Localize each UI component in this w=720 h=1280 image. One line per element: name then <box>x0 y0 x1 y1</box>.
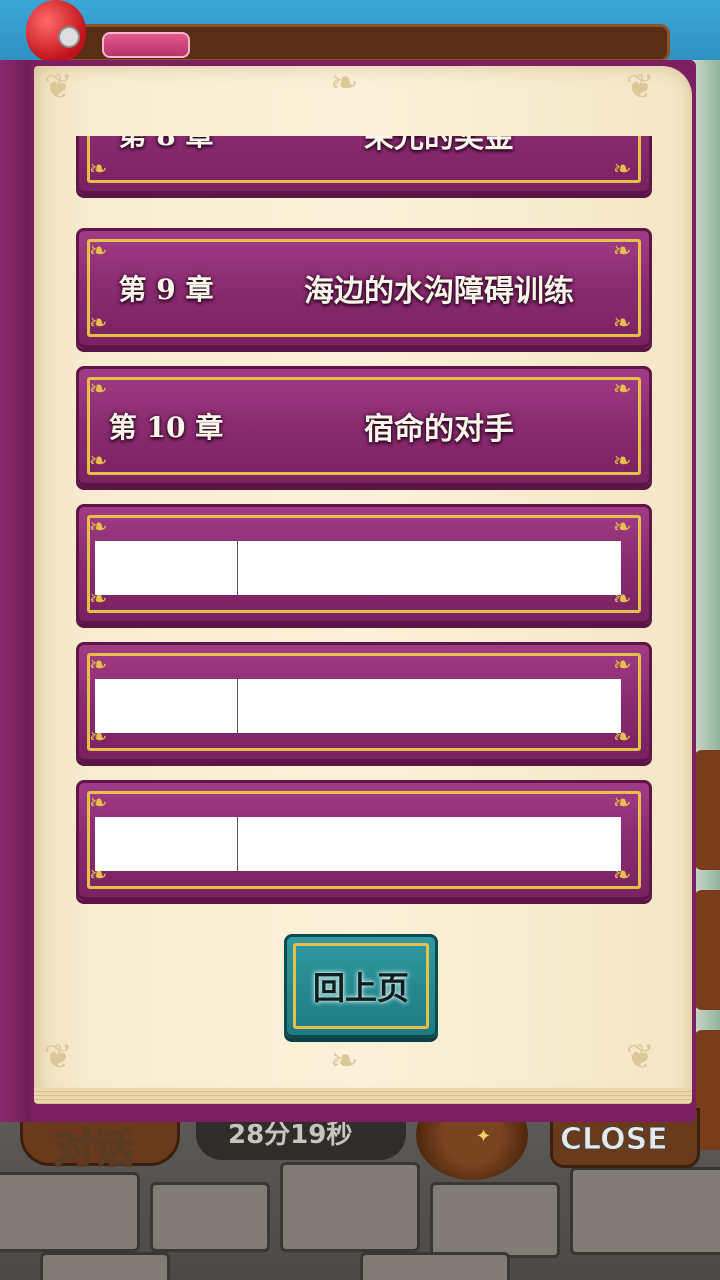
back-button-label: 回上页 <box>312 969 409 1007</box>
badge-icon <box>58 26 80 48</box>
corner-ornament-icon: ❧ <box>613 653 632 678</box>
bottom-center-ornament-icon: ❧ <box>330 1041 359 1081</box>
chapter-title-placeholder <box>237 679 621 733</box>
background-scene-right <box>692 60 720 1150</box>
corner-ornament-icon: ❧ <box>89 653 108 678</box>
close-button-label: CLOSE <box>560 1122 669 1158</box>
chapter-title: 宿命的对手 <box>364 412 514 447</box>
corner-ornament-icon: ❧ <box>613 791 632 816</box>
chapter-number: 第 10 章 <box>108 411 224 444</box>
chapter-item-locked[interactable]: ❧ ❧ ❧ ❧ <box>76 642 652 762</box>
top-left-ornament-icon: ❦ <box>44 67 73 107</box>
chapter-item-locked[interactable]: ❧ ❧ ❧ ❧ <box>76 504 652 624</box>
chapter-number: 第 8 章 <box>79 136 253 191</box>
corner-ornament-icon: ❧ <box>89 791 108 816</box>
chapter-number: 第 9 章 <box>118 273 214 306</box>
chapter-list[interactable]: ❧ ❧ 第 8 章 荣光的奖金 ❧ ❧ ❧ ❧ 第 9 章 海边的水沟障碍训练 … <box>70 136 670 906</box>
chapter-title-placeholder <box>237 541 621 595</box>
chapter-number-placeholder <box>95 679 237 733</box>
chapter-item[interactable]: ❧ ❧ ❧ ❧ 第 10 章 宿命的对手 <box>76 366 652 486</box>
chapter-number-placeholder <box>95 817 237 871</box>
top-center-ornament-icon: ❧ <box>330 63 359 103</box>
page-edge <box>34 1088 692 1104</box>
chapter-number-placeholder <box>95 541 237 595</box>
hp-bar-fill <box>102 32 190 58</box>
sparkle-icon: ✦ <box>476 1126 492 1147</box>
back-button[interactable]: 回上页 <box>284 934 438 1038</box>
chapter-title: 海边的水沟障碍训练 <box>304 274 574 309</box>
chapter-item[interactable]: ❧ ❧ ❧ ❧ 第 9 章 海边的水沟障碍训练 <box>76 228 652 348</box>
bottom-right-ornament-icon: ❦ <box>626 1037 655 1077</box>
corner-ornament-icon: ❧ <box>613 515 632 540</box>
chapter-title-placeholder <box>237 817 621 871</box>
top-right-ornament-icon: ❦ <box>626 67 655 107</box>
chapter-item-locked[interactable]: ❧ ❧ ❧ ❧ <box>76 780 652 900</box>
chapter-title: 荣光的奖金 <box>364 136 514 155</box>
chapter-item[interactable]: ❧ ❧ 第 8 章 荣光的奖金 <box>76 136 652 194</box>
bottom-left-ornament-icon: ❦ <box>44 1037 73 1077</box>
corner-ornament-icon: ❧ <box>89 515 108 540</box>
talk-button-label: 对话 <box>53 1125 135 1173</box>
